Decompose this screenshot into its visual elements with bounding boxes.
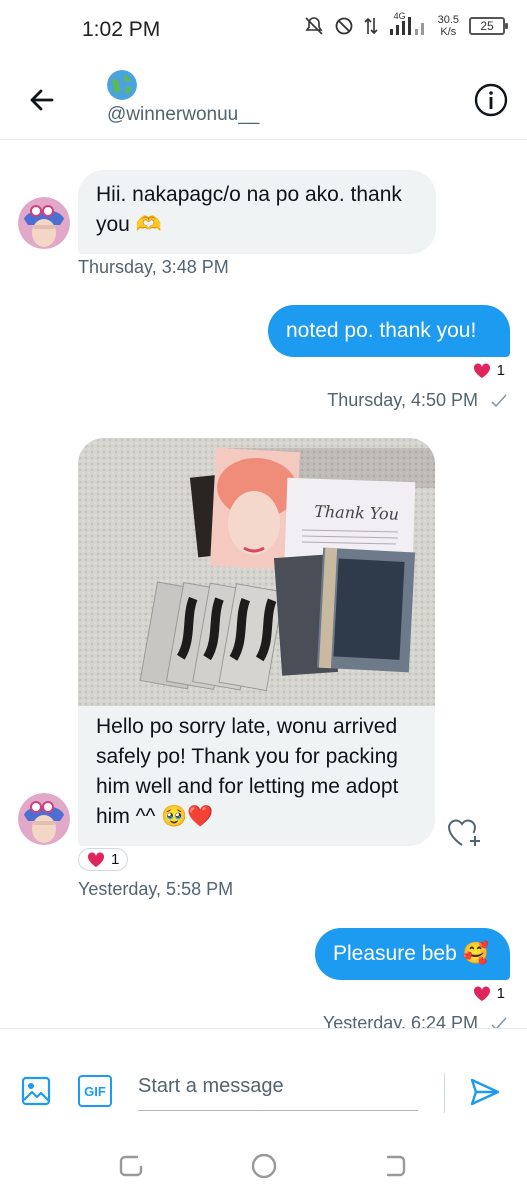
sent-check-icon — [491, 394, 507, 408]
reaction-count: 1 — [496, 985, 505, 1002]
back-nav-button[interactable] — [382, 1152, 410, 1180]
home-circle-icon — [251, 1153, 277, 1179]
image-icon — [21, 1076, 51, 1106]
conversation-handle[interactable]: @winnerwonuu__ — [107, 104, 259, 126]
mute-bell-icon — [305, 17, 323, 35]
status-icons: 4G 30.5 K/s 25 — [304, 11, 508, 38]
header-avatar[interactable] — [107, 70, 137, 100]
send-button[interactable] — [468, 1075, 502, 1109]
network-speed: 30.5 K/s — [438, 14, 459, 38]
conversation-area[interactable]: Hii. nakapagc/o na po ako. thank you 🫶 T… — [0, 141, 527, 1028]
heart-icon — [473, 362, 490, 378]
heart-icon — [473, 985, 490, 1001]
conversation-header: @winnerwonuu__ — [0, 60, 527, 140]
status-bar: 1:02 PM 4G 30.5 K/s 25 — [0, 0, 527, 60]
message-text-container: Hello po sorry late, wonu arrived safely… — [96, 712, 421, 832]
message-bubble-incoming[interactable]: Hii. nakapagc/o na po ako. thank you 🫶 — [78, 170, 436, 254]
speed-unit: K/s — [440, 26, 457, 38]
message-text: Pleasure beb 🥰 — [333, 942, 489, 965]
avatar-photo-icon — [18, 793, 70, 845]
message-text: noted po. thank you! — [286, 319, 477, 342]
message-photo[interactable]: Thank You — [78, 438, 435, 706]
sender-avatar[interactable] — [18, 793, 70, 845]
recent-apps-button[interactable] — [117, 1152, 145, 1180]
message-timestamp: Yesterday, 5:58 PM — [78, 879, 234, 899]
message-timestamp: Yesterday, 6:24 PM — [322, 1013, 478, 1028]
battery-icon: 25 — [469, 17, 508, 35]
photo-card-text: Thank You — [314, 502, 399, 524]
message-reaction[interactable]: 1 — [473, 985, 505, 1002]
message-input[interactable] — [138, 1071, 418, 1111]
add-media-button[interactable] — [20, 1075, 52, 1107]
avatar-photo-icon — [18, 197, 70, 249]
gif-label: GIF — [84, 1083, 106, 1099]
message-reaction[interactable]: 1 — [473, 362, 505, 379]
signal-strength-icon: 4G — [388, 11, 428, 37]
add-reaction-button[interactable] — [446, 815, 484, 849]
gif-button[interactable]: GIF — [78, 1075, 112, 1107]
composer-divider — [444, 1073, 445, 1113]
message-composer: GIF — [0, 1028, 527, 1128]
arrow-left-icon — [30, 89, 54, 111]
do-not-disturb-icon — [335, 17, 352, 35]
message-meta: Yesterday, 6:24 PM — [323, 1013, 507, 1028]
message-text: Hello po sorry late, wonu arrived safely… — [96, 715, 399, 828]
heart-plus-icon — [447, 819, 480, 846]
message-reaction[interactable]: 1 — [78, 848, 129, 871]
info-button[interactable] — [473, 82, 509, 118]
globe-avatar-icon — [107, 70, 137, 100]
network-type: 4G — [393, 11, 406, 21]
message-text: Hii. nakapagc/o na po ako. thank you 🫶 — [96, 183, 402, 236]
speed-value: 30.5 — [437, 14, 459, 26]
battery-level: 25 — [480, 19, 494, 33]
home-button[interactable] — [250, 1152, 278, 1180]
message-bubble-outgoing[interactable]: noted po. thank you! — [268, 305, 510, 357]
info-icon — [474, 83, 508, 117]
recent-apps-icon — [119, 1155, 143, 1177]
heart-icon — [87, 851, 105, 867]
sender-avatar[interactable] — [18, 197, 70, 249]
message-meta: Thursday, 4:50 PM — [327, 390, 507, 411]
system-navigation-bar — [0, 1128, 527, 1200]
send-icon — [470, 1078, 500, 1106]
back-nav-icon — [386, 1155, 406, 1177]
reaction-count: 1 — [111, 851, 120, 868]
photocards-image: Thank You — [78, 438, 435, 706]
back-button[interactable] — [24, 82, 60, 118]
message-timestamp: Thursday, 4:50 PM — [327, 390, 478, 410]
data-transfer-icon — [364, 17, 378, 35]
reaction-count: 1 — [496, 362, 505, 379]
status-time: 1:02 PM — [82, 18, 161, 41]
message-bubble-incoming-photo[interactable]: Thank You Hello po sorry late, wonu arri… — [78, 438, 435, 846]
sent-check-icon — [491, 1017, 507, 1028]
message-bubble-outgoing[interactable]: Pleasure beb 🥰 — [315, 928, 510, 980]
message-timestamp: Thursday, 3:48 PM — [78, 257, 229, 277]
